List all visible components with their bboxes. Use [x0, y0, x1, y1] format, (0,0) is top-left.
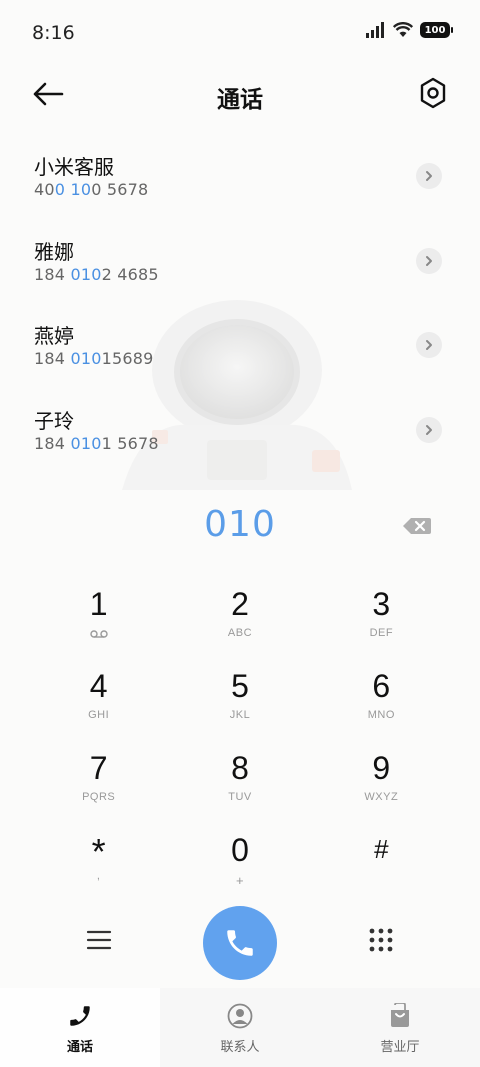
- status-bar: 8:16 100: [0, 0, 480, 64]
- key-3[interactable]: 3 DEF: [311, 578, 452, 660]
- key-5[interactable]: 5 JKL: [169, 660, 310, 742]
- key-letters: TUV: [228, 791, 252, 803]
- number-segment: 2 4685: [101, 264, 159, 284]
- tab-service-hall[interactable]: 营业厅: [320, 988, 480, 1067]
- tab-label: 联系人: [220, 1040, 260, 1055]
- key-1[interactable]: 1: [28, 578, 169, 660]
- key-digit: 0: [231, 832, 249, 868]
- contact-suggestion-list: 小米客服 400 100 5678 雅娜 184 0102 4685 燕婷 18…: [0, 134, 480, 472]
- key-digit: 9: [372, 750, 391, 786]
- key-9[interactable]: 9 WXYZ: [311, 742, 452, 824]
- key-hash[interactable]: #: [311, 824, 452, 906]
- contact-item[interactable]: 子玲 184 0101 5678: [0, 388, 480, 473]
- key-digit: 7: [89, 750, 108, 786]
- tab-label: 通话: [66, 1040, 93, 1055]
- number-match-highlight: 010: [70, 264, 102, 284]
- key-0[interactable]: 0 +: [169, 824, 310, 906]
- tab-calls[interactable]: 通话: [0, 988, 160, 1067]
- key-letters: MNO: [367, 709, 395, 721]
- key-letters: +: [235, 873, 245, 888]
- tab-contacts[interactable]: 联系人: [160, 988, 320, 1067]
- key-letters: WXYZ: [364, 791, 399, 803]
- contact-item[interactable]: 雅娜 184 0102 4685: [0, 219, 480, 304]
- tab-label: 营业厅: [380, 1040, 420, 1055]
- contact-number: 184 0102 4685: [34, 265, 159, 284]
- dialpad-icon[interactable]: [368, 927, 394, 953]
- wifi-icon: [393, 22, 413, 37]
- contact-name: 雅娜: [34, 239, 74, 264]
- key-digit: 6: [372, 668, 391, 704]
- number-segment: 0 5678: [91, 180, 149, 199]
- key-letters: ,: [96, 870, 101, 882]
- key-digit: 5: [231, 668, 249, 704]
- key-letters: ABC: [227, 627, 253, 639]
- key-letters: GHI: [88, 709, 110, 721]
- number-match-highlight: 10: [70, 180, 92, 199]
- contact-detail-button[interactable]: [416, 332, 442, 358]
- menu-icon[interactable]: [86, 929, 112, 951]
- back-arrow-icon[interactable]: [30, 80, 66, 108]
- contact-detail-button[interactable]: [416, 163, 442, 189]
- number-match-highlight: 010: [70, 349, 102, 368]
- call-button[interactable]: [203, 906, 277, 980]
- key-star[interactable]: * ,: [28, 824, 169, 906]
- number-segment: 184: [34, 433, 71, 453]
- key-8[interactable]: 8 TUV: [169, 742, 310, 824]
- key-digit: 2: [231, 586, 249, 622]
- phone-dialer-screen: 8:16 100 通话 小米客服 400 100 5678 雅娜 184 010…: [0, 0, 480, 1067]
- dial-keypad: 1 2 ABC 3 DEF 4 GHI 5 JKL 6 MNO 7 PQRS 8…: [28, 578, 452, 906]
- number-segment: 184: [34, 349, 71, 368]
- number-segment: 15689: [101, 349, 154, 368]
- contact-item[interactable]: 小米客服 400 100 5678: [0, 134, 480, 219]
- signal-icon: [366, 22, 384, 38]
- contact-number: 400 100 5678: [34, 180, 148, 199]
- key-digit: 3: [372, 586, 391, 622]
- contact-name: 燕婷: [34, 324, 74, 348]
- contact-number: 184 01015689: [34, 349, 153, 368]
- battery-icon: 100: [420, 22, 453, 38]
- contact-name: 小米客服: [34, 155, 114, 179]
- settings-icon[interactable]: [418, 76, 448, 110]
- key-digit: *: [91, 831, 106, 872]
- key-digit: 4: [89, 668, 108, 704]
- phone-icon: [66, 1002, 94, 1030]
- key-letters: DEF: [369, 627, 394, 639]
- key-4[interactable]: 4 GHI: [28, 660, 169, 742]
- key-digit: 1: [89, 586, 108, 622]
- phone-icon: [227, 930, 253, 956]
- number-match-highlight: 0: [54, 180, 66, 199]
- person-icon: [226, 1002, 254, 1030]
- contact-name: 子玲: [34, 408, 74, 433]
- backspace-icon[interactable]: [402, 516, 432, 536]
- page-title: 通话: [217, 87, 263, 113]
- number-segment: 1 5678: [101, 433, 159, 453]
- bottom-tab-bar: 通话 联系人 营业厅: [0, 988, 480, 1067]
- number-match-highlight: 010: [70, 433, 102, 453]
- contact-detail-button[interactable]: [416, 416, 442, 443]
- key-7[interactable]: 7 PQRS: [28, 742, 169, 824]
- number-segment: 184: [34, 264, 71, 284]
- key-6[interactable]: 6 MNO: [311, 660, 452, 742]
- status-icons: 100: [366, 22, 453, 38]
- key-letters: PQRS: [82, 791, 116, 803]
- contact-number: 184 0101 5678: [34, 434, 159, 453]
- contact-detail-button[interactable]: [416, 247, 442, 274]
- voicemail-icon: [89, 630, 108, 638]
- number-segment: 40: [34, 180, 55, 199]
- status-time: 8:16: [32, 22, 75, 44]
- key-digit: 8: [231, 750, 249, 786]
- top-bar: 通话: [0, 68, 480, 120]
- key-letters: JKL: [229, 709, 251, 721]
- chevron-right-icon: [426, 255, 432, 266]
- chevron-right-icon: [426, 171, 432, 181]
- chevron-right-icon: [426, 340, 432, 350]
- chevron-right-icon: [426, 424, 432, 435]
- key-2[interactable]: 2 ABC: [169, 578, 310, 660]
- key-digit: #: [374, 834, 389, 864]
- shopping-bag-icon: [386, 1002, 414, 1030]
- contact-item[interactable]: 燕婷 184 01015689: [0, 303, 480, 388]
